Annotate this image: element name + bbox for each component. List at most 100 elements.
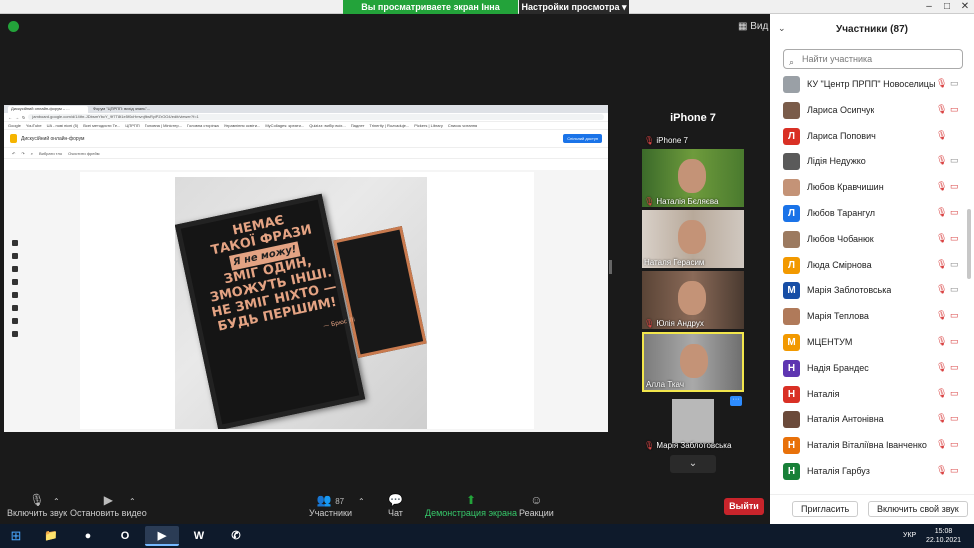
share-resize-handle[interactable] (609, 260, 612, 274)
search-participant-input[interactable]: ⌕ Найти участника (783, 49, 963, 69)
clock[interactable]: 15:08 22.10.2021 (926, 527, 961, 545)
audio-options-chevron-icon[interactable]: ⌃ (53, 497, 60, 506)
bookmark[interactable]: Pickers | Library (414, 123, 443, 128)
close-icon[interactable]: ✕ (956, 0, 974, 14)
avatar (783, 308, 800, 326)
image-icon[interactable] (12, 292, 18, 298)
taskbar-viber-icon[interactable]: ✆ (219, 526, 253, 546)
forward-icon[interactable]: → (15, 115, 19, 120)
invite-button[interactable]: Пригласить (792, 501, 859, 517)
participants-button[interactable]: 👥 87 Участники (309, 493, 352, 518)
keyboard-language[interactable]: УКР (903, 532, 916, 539)
active-speaker-tile[interactable]: Алла Ткач (642, 332, 744, 392)
participant-name: Наталія Гарбуз (807, 466, 870, 476)
participant-row[interactable]: Лідія Недужко 🎙 ▭ (770, 149, 966, 175)
chat-button[interactable]: 💬 Чат (388, 493, 403, 518)
participant-row[interactable]: М МЦЕНТУМ 🎙 ▭ (770, 330, 966, 356)
share-screen-button[interactable]: ⬆ Демонстрация экрана (425, 493, 517, 518)
video-options-chevron-icon[interactable]: ⌃ (129, 497, 136, 506)
participant-row[interactable]: Н Наталія Віталіївна Іванченко 🎙 ▭ (770, 433, 966, 459)
browser-tab-bar: Дискусійний онлайн-форум – ... Форум "ЦП… (4, 105, 608, 113)
participants-chevron-icon[interactable]: ⌃ (358, 497, 365, 506)
select-icon[interactable] (12, 266, 18, 272)
jamboard-tool-sidebar (8, 240, 22, 360)
set-background-button[interactable]: Вибрати тло (39, 151, 62, 156)
video-tile[interactable]: iPhone 7 🎙 iPhone 7 (642, 88, 744, 146)
bookmark[interactable]: Quizizz: вибір всіх... (309, 123, 346, 128)
browser-tab-active[interactable]: Дискусійний онлайн-форум – ... (8, 106, 88, 113)
maximize-icon[interactable]: □ (938, 0, 956, 14)
bookmark[interactable]: YouTube (26, 123, 42, 128)
bookmark[interactable]: Google (8, 123, 21, 128)
camera-icon: ▭ (950, 78, 959, 88)
participant-row[interactable]: Н Наталія 🎙 ▭ (770, 382, 966, 408)
taskbar-opera-icon[interactable]: O (108, 526, 142, 546)
reactions-button[interactable]: ☺ Реакции (519, 493, 554, 518)
gallery-scroll-down-button[interactable]: ⌄ (670, 455, 716, 473)
participant-row[interactable]: Любов Кравчишин 🎙 ▭ (770, 175, 966, 201)
bookmark[interactable]: Trinerity | Rozvaduje... (369, 123, 409, 128)
bookmark[interactable]: Падлет (351, 123, 365, 128)
participants-scrollbar[interactable] (967, 209, 971, 279)
participant-row[interactable]: КУ "Центр ПРПП" Новоселицько...🎙▭ (770, 72, 966, 98)
taskbar-chrome-icon[interactable]: ● (71, 526, 105, 546)
video-tile[interactable]: ··· 🎙 Марія Заблотовська (642, 393, 744, 451)
bookmark[interactable]: Список читання (448, 123, 477, 128)
participants-count: 87 (335, 497, 345, 506)
participant-row[interactable]: Н Надія Брандес 🎙 ▭ (770, 356, 966, 382)
url-field[interactable]: jamboard.google.com/d/14thr-JDbsmYbcY_9f… (28, 114, 604, 120)
participant-row[interactable]: М Марія Заблотовська 🎙 ▭ (770, 278, 966, 304)
back-icon[interactable]: ← (8, 115, 12, 120)
participant-row[interactable]: Л Лариса Попович 🎙 (770, 124, 966, 150)
windows-start-icon[interactable]: ⊞ (2, 524, 30, 548)
taskbar-explorer-icon[interactable]: 📁 (34, 526, 68, 546)
taskbar-word-icon[interactable]: W (182, 526, 216, 546)
undo-icon[interactable]: ↶ (12, 151, 15, 156)
camera-off-icon: ▭ (950, 413, 959, 424)
participant-row[interactable]: Наталія Антонівна 🎙 ▭ (770, 407, 966, 433)
bookmark[interactable]: ЦПРПП (125, 123, 139, 128)
leave-button[interactable]: Выйти (724, 498, 764, 515)
eraser-icon[interactable] (12, 253, 18, 259)
participant-row[interactable]: Л Любов Тарангул 🎙 ▭ (770, 201, 966, 227)
bookmark[interactable]: MyCollages: креати... (265, 123, 304, 128)
bookmark[interactable]: Головна сторінка (187, 123, 219, 128)
unmute-me-button[interactable]: Включить свой звук (868, 501, 968, 517)
participant-name: Надія Брандес (807, 362, 869, 373)
browser-tab[interactable]: Форум "ЦПРПП: вихід знань"... (90, 106, 170, 113)
bookmark[interactable]: Управління освіти... (224, 123, 261, 128)
avatar: Н (783, 385, 800, 403)
bookmark[interactable]: Головна | Міністер... (145, 123, 182, 128)
redo-icon[interactable]: ↷ (21, 151, 24, 156)
jamboard-share-button[interactable]: Спільний доступ (563, 134, 602, 143)
minimize-icon[interactable]: – (920, 0, 938, 14)
more-options-button[interactable]: ··· (730, 396, 742, 406)
pen-icon[interactable] (12, 240, 18, 246)
participant-row[interactable]: Л Люда Смірнова 🎙 ▭ (770, 253, 966, 279)
clear-frame-button[interactable]: Очистити фрейм (68, 151, 99, 156)
bookmark[interactable]: Всеі методисти Те... (83, 123, 120, 128)
participant-name: КУ "Центр ПРПП" Новоселицько... (807, 79, 935, 89)
taskbar-zoom-icon[interactable]: ▶ (145, 526, 179, 546)
video-tile[interactable]: Наталя Герасим (642, 210, 744, 268)
sticky-note-icon[interactable] (12, 279, 18, 285)
muted-mic-icon: 🎙 (936, 129, 948, 140)
participant-row[interactable]: Н Наталія Гарбуз 🎙 ▭ (770, 459, 966, 484)
reload-icon[interactable]: ↻ (22, 115, 25, 120)
bookmark[interactable]: UA - нові пісні (5) (47, 123, 79, 128)
textbox-icon[interactable] (12, 318, 18, 324)
participant-row[interactable]: Марія Теплова 🎙 ▭ (770, 304, 966, 330)
view-button[interactable]: ▦ Вид (738, 21, 768, 32)
shape-icon[interactable] (12, 305, 18, 311)
video-tile[interactable]: 🎙 Юлія Андрух (642, 271, 744, 329)
zoom-icon[interactable]: ⌕ (31, 151, 33, 156)
tile-big-name: iPhone 7 (670, 112, 716, 124)
jamboard-title[interactable]: Дискусійний онлайн-форум (21, 136, 84, 142)
laser-icon[interactable] (12, 331, 18, 337)
participants-label: Участники (309, 508, 352, 518)
participant-row[interactable]: Любов Чобанюк 🎙 ▭ (770, 227, 966, 253)
participant-row[interactable]: Лариса Осипчук 🎙 ▭ (770, 98, 966, 124)
video-tile[interactable]: 🎙 Наталія Бєляєва (642, 149, 744, 207)
encryption-shield-icon[interactable] (8, 21, 19, 32)
view-options-button[interactable]: Настройки просмотра ▾ (519, 0, 629, 14)
